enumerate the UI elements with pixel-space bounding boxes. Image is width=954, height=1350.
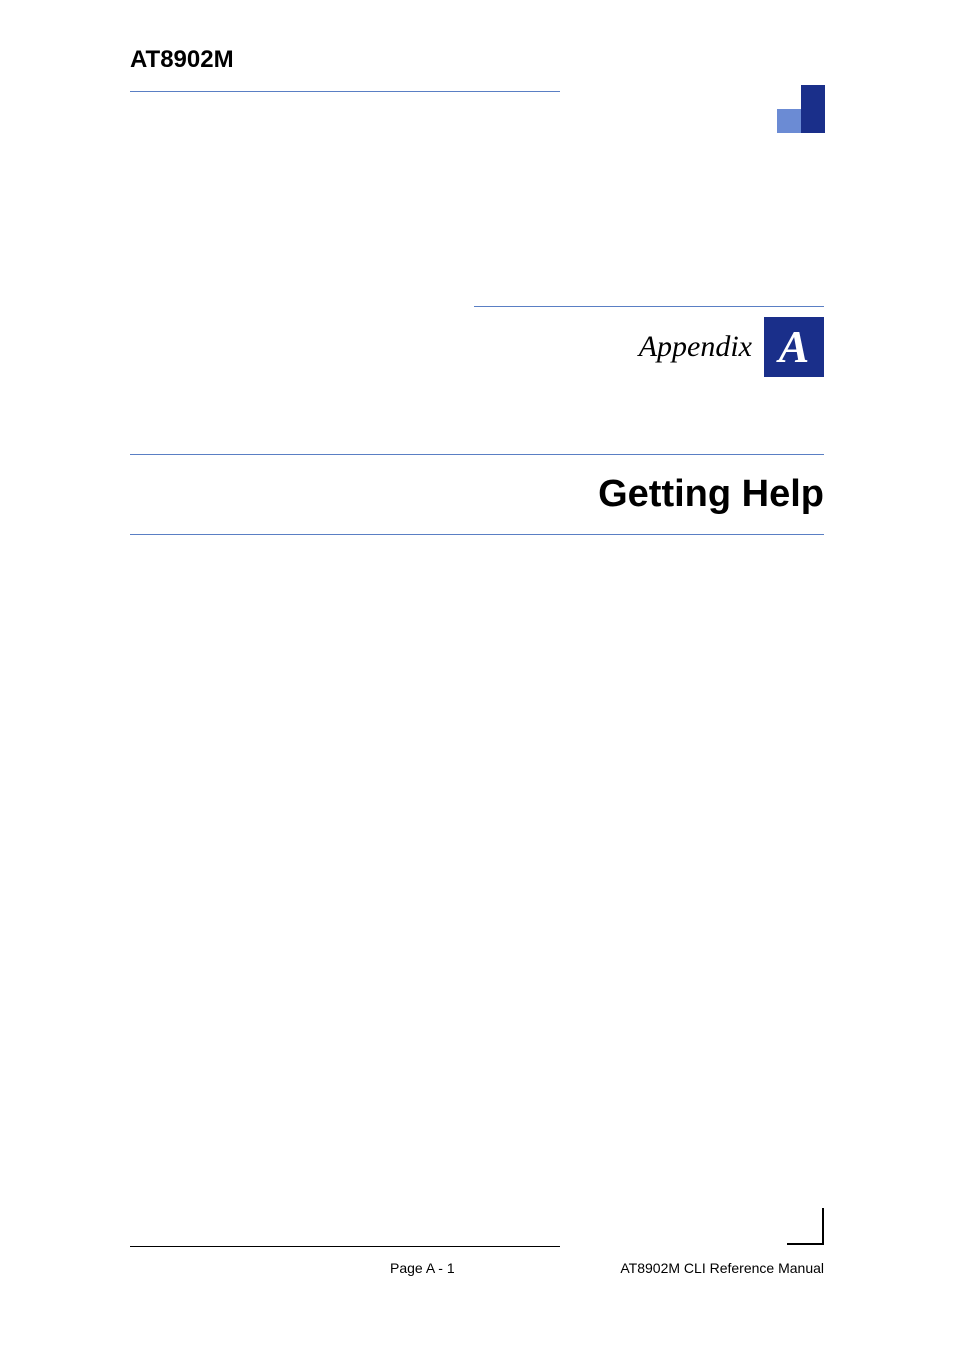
header-rule xyxy=(130,91,560,92)
appendix-block: Appendix A xyxy=(474,306,824,377)
footer-rule xyxy=(130,1246,560,1247)
corner-bracket-icon xyxy=(787,1208,825,1246)
page-header: AT8902M xyxy=(130,46,824,74)
footer-doc-title: AT8902M CLI Reference Manual xyxy=(620,1260,824,1276)
page-footer: Page A - 1 AT8902M CLI Reference Manual xyxy=(130,1260,824,1276)
appendix-letter-box: A xyxy=(764,317,824,377)
title-block: Getting Help xyxy=(130,454,824,535)
section-title: Getting Help xyxy=(130,473,824,516)
appendix-label: Appendix xyxy=(639,330,752,364)
title-rule-top xyxy=(130,454,824,455)
appendix-row: Appendix A xyxy=(474,317,824,377)
footer-row: Page A - 1 AT8902M CLI Reference Manual xyxy=(130,1260,824,1276)
appendix-letter: A xyxy=(779,324,810,370)
footer-page-number: Page A - 1 xyxy=(390,1260,455,1276)
appendix-rule-top xyxy=(474,306,824,307)
corner-mark-icon xyxy=(777,85,825,133)
title-rule-bottom xyxy=(130,534,824,535)
product-title: AT8902M xyxy=(130,46,824,74)
